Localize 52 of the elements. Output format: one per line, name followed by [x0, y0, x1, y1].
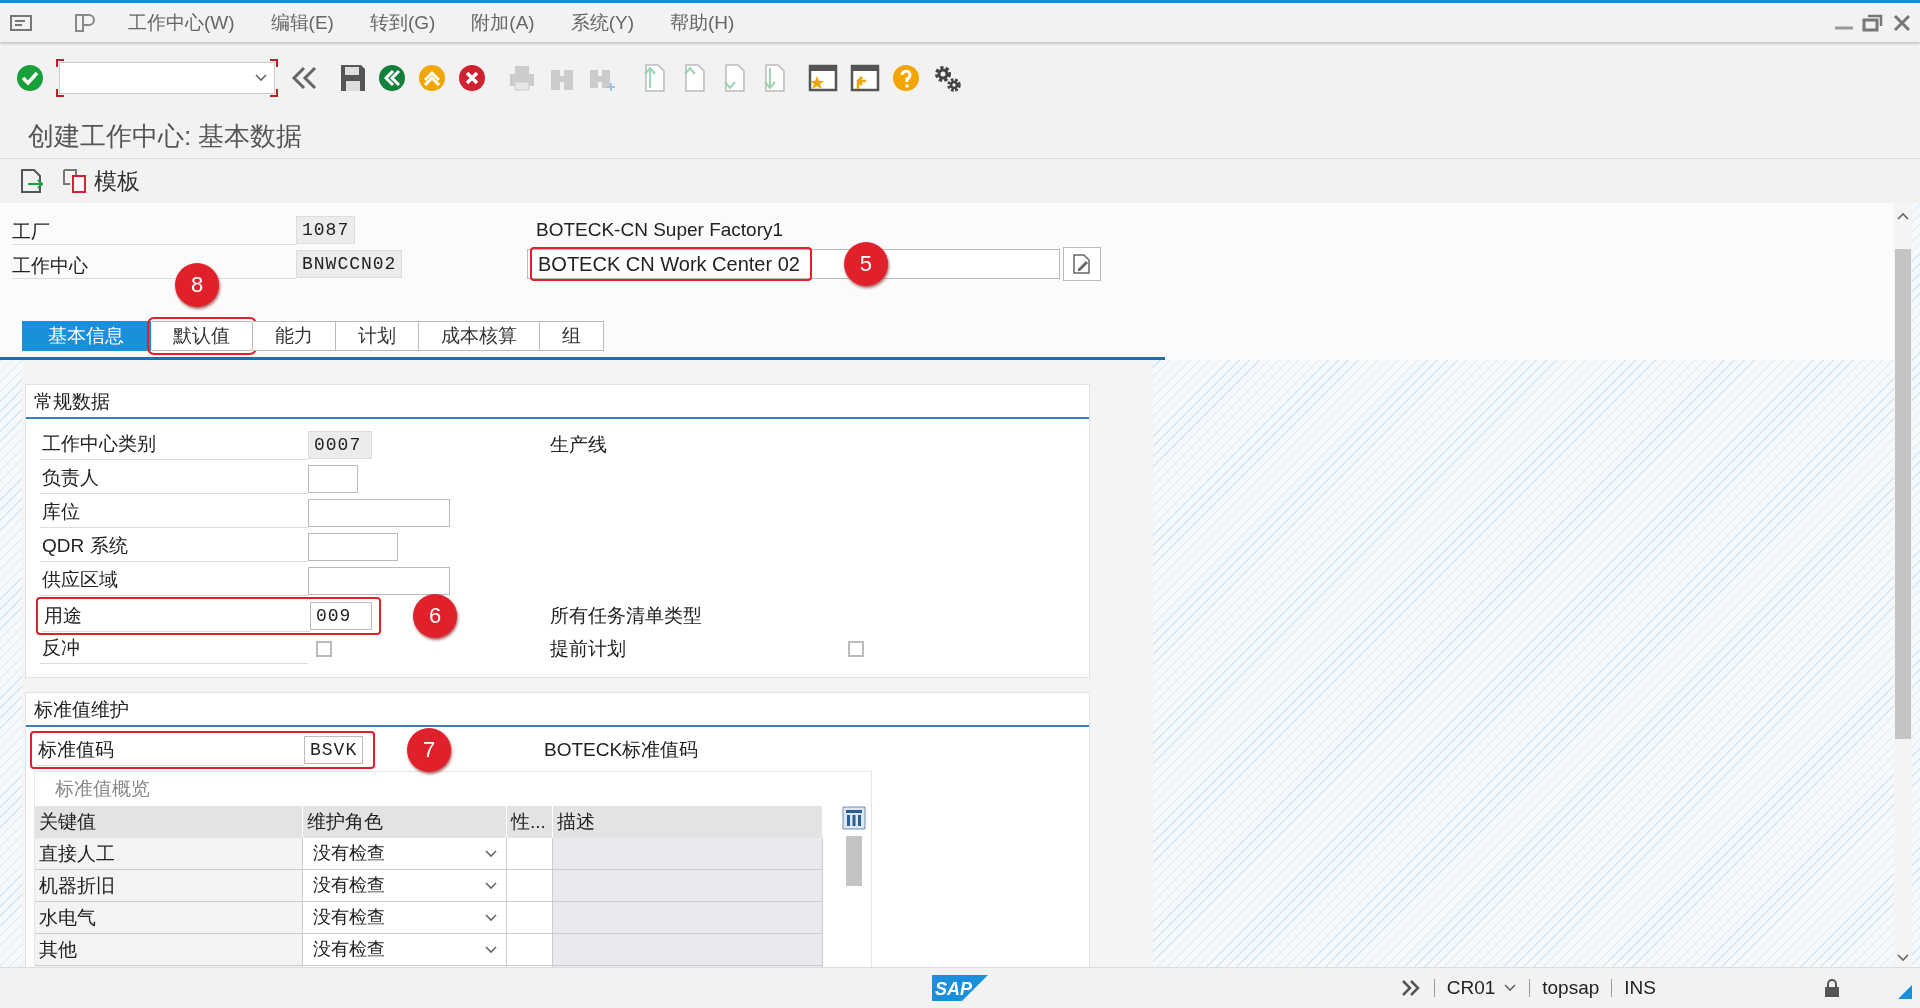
description-text: BOTECK-CN Super Factory1 [536, 219, 784, 241]
tab[interactable]: 基本信息 [22, 321, 151, 351]
display-field: 0007 [308, 430, 372, 459]
field-label: 库位 [40, 497, 308, 528]
logo: SAP [932, 975, 988, 1001]
server-name: topsap [1542, 977, 1600, 999]
menu-item[interactable]: 转到(G) [369, 9, 436, 36]
dropdown-field[interactable]: 没有检查 [303, 838, 507, 870]
template-button[interactable]: 模板 [58, 163, 144, 199]
menu-item[interactable]: 编辑(E) [270, 9, 334, 36]
field-label: 用途 [42, 600, 310, 632]
field-label: 提前计划 [550, 636, 627, 661]
field-label: 生产线 [550, 432, 608, 457]
input-field[interactable]: 009 [310, 602, 372, 630]
field-label: QDR 系统 [40, 531, 308, 562]
tab[interactable]: 成本核算 [419, 321, 540, 351]
input-field[interactable]: BSVK [304, 736, 364, 764]
field-label: 所有任务清单类型 [550, 604, 703, 628]
display-field: 1087 [296, 216, 356, 244]
screen-title: 创建工作中心: 基本数据 [28, 119, 303, 153]
field-label: 工厂 [12, 215, 296, 245]
field-label: 供应区域 [40, 565, 308, 596]
field-label: 负责人 [40, 463, 308, 494]
dropdown-field[interactable]: 没有检查 [303, 870, 507, 902]
field-label: 反冲 [40, 633, 308, 664]
table-cell: 水电气 [35, 902, 303, 934]
table-cell: 机器折旧 [35, 870, 303, 902]
dropdown-field[interactable]: 没有检查 [303, 934, 507, 966]
highlighted-text: BOTECK CN Work Center 02 [530, 247, 812, 281]
table-title: 标准值概览 [54, 777, 151, 801]
table-cell: 其他 [35, 934, 303, 966]
tab[interactable]: 能力 [253, 321, 336, 351]
input-mode: INS [1624, 977, 1656, 999]
tab[interactable]: 组 [540, 321, 604, 351]
dropdown-field[interactable]: 没有检查 [303, 902, 507, 934]
group-title: 标准值维护 [26, 693, 1089, 727]
transaction-code[interactable]: CR01 [1446, 977, 1496, 999]
tab[interactable]: 计划 [336, 321, 419, 351]
column-header[interactable]: 关键值 [35, 806, 303, 838]
menu-item[interactable]: 工作中心(W) [128, 9, 235, 36]
column-header[interactable]: 维护角色 [303, 806, 507, 838]
group-title: 常规数据 [26, 385, 1089, 419]
column-header[interactable]: 性... [507, 806, 553, 838]
menu-item[interactable]: 附加(A) [471, 9, 535, 36]
description-text: BOTECK标准值码 [544, 738, 700, 762]
field-label: 标准值码 [36, 734, 304, 766]
menu-item[interactable]: 帮助(H) [670, 9, 735, 36]
menu-item[interactable]: 系统(Y) [570, 9, 634, 36]
column-header[interactable]: 描述 [553, 806, 823, 838]
table-cell: 直接人工 [35, 838, 303, 870]
field-label: 工作中心类别 [40, 429, 308, 460]
display-field: BNWCCN02 [296, 250, 403, 278]
